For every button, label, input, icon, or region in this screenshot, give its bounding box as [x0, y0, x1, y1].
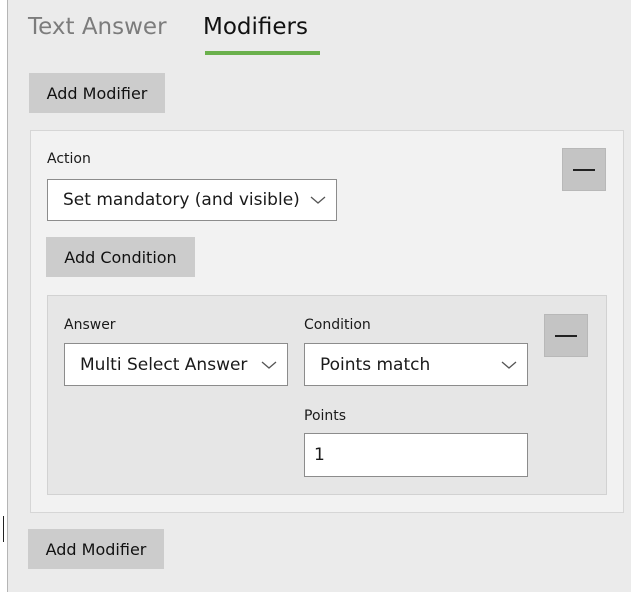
action-select-value: Set mandatory (and visible): [63, 190, 300, 210]
answer-label: Answer: [64, 317, 116, 333]
remove-condition-button[interactable]: [544, 314, 588, 357]
condition-select-value: Points match: [320, 354, 431, 375]
condition-select[interactable]: Points match: [304, 343, 528, 386]
condition-label: Condition: [304, 317, 371, 333]
add-condition-button[interactable]: Add Condition: [46, 237, 195, 277]
text-caret: [3, 516, 4, 542]
add-modifier-button[interactable]: Add Modifier: [29, 73, 165, 113]
answer-select-value: Multi Select Answer: [80, 354, 248, 375]
add-modifier-button-bottom[interactable]: Add Modifier: [28, 529, 164, 569]
minus-icon: [573, 168, 595, 171]
chevron-down-icon: [251, 360, 287, 370]
answer-select[interactable]: Multi Select Answer: [64, 343, 288, 386]
points-input[interactable]: 1: [304, 433, 528, 477]
chevron-down-icon: [491, 360, 527, 370]
remove-modifier-button[interactable]: [562, 148, 606, 191]
active-tab-indicator: [205, 51, 320, 55]
points-input-value: 1: [314, 445, 325, 465]
action-select[interactable]: Set mandatory (and visible): [47, 179, 337, 221]
tab-text-answer[interactable]: Text Answer: [28, 14, 167, 40]
points-label: Points: [304, 408, 347, 424]
chevron-down-icon: [300, 195, 336, 205]
tab-modifiers[interactable]: Modifiers: [203, 14, 308, 40]
minus-icon: [555, 334, 577, 337]
action-label: Action: [47, 151, 91, 167]
